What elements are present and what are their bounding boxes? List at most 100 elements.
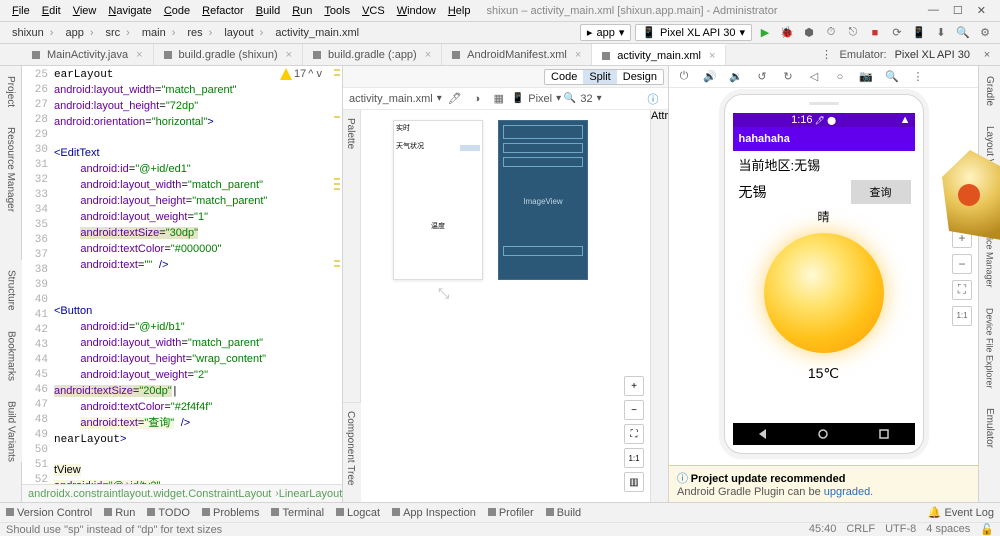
tab-mainactivity-java[interactable]: MainActivity.java×: [22, 44, 154, 65]
crumb-shixun[interactable]: shixun: [6, 26, 59, 40]
menu-file[interactable]: File: [6, 3, 36, 19]
emu-home-icon[interactable]: ○: [831, 68, 849, 86]
event-log-button[interactable]: 🔔 Event Log: [928, 506, 994, 519]
emu-zoom-fit[interactable]: ⛶: [952, 280, 972, 300]
editor-breadcrumbs[interactable]: androidx.constraintlayout.widget.Constra…: [22, 484, 342, 502]
crumb-main[interactable]: main: [136, 26, 182, 40]
tool-run[interactable]: Run: [104, 507, 135, 519]
minimize-icon[interactable]: —: [928, 4, 939, 17]
menu-navigate[interactable]: Navigate: [102, 3, 157, 19]
tool-profiler[interactable]: Profiler: [488, 507, 534, 519]
emu-volup-icon[interactable]: 🔊: [701, 68, 719, 86]
indent-setting[interactable]: 4 spaces: [926, 523, 970, 536]
error-stripe[interactable]: [332, 66, 342, 502]
run-config-dropdown[interactable]: ▸ app ▾: [580, 24, 631, 41]
readonly-icon[interactable]: 🔓: [980, 523, 994, 536]
tool-problems[interactable]: Problems: [202, 507, 259, 519]
avd-button[interactable]: 📱: [910, 24, 928, 42]
search-icon[interactable]: 🔍: [954, 24, 972, 42]
tool-app-inspection[interactable]: App Inspection: [392, 507, 476, 519]
file-encoding[interactable]: UTF-8: [885, 523, 916, 536]
query-button[interactable]: 查询: [851, 180, 911, 204]
code-editor[interactable]: 2526272829303132333435363738394041424344…: [22, 66, 342, 502]
emu-screenshot-icon[interactable]: 📷: [857, 68, 875, 86]
emu-more-icon[interactable]: ⋮: [909, 68, 927, 86]
tool-gradle[interactable]: Gradle: [984, 76, 995, 106]
emu-zoom-out[interactable]: −: [952, 254, 972, 274]
upgrade-link[interactable]: upgraded: [824, 486, 871, 498]
menu-tools[interactable]: Tools: [318, 3, 356, 19]
emulator-device-tab[interactable]: Pixel XL API 30: [891, 47, 974, 63]
tool-logcat[interactable]: Logcat: [336, 507, 380, 519]
sync-button[interactable]: ⟳: [888, 24, 906, 42]
close-icon[interactable]: ×: [425, 49, 431, 61]
nav-recent-icon[interactable]: [879, 429, 889, 439]
menu-run[interactable]: Run: [286, 3, 318, 19]
sdk-button[interactable]: ⬇: [932, 24, 950, 42]
nav-home-icon[interactable]: [818, 429, 828, 439]
tab-build-gradle-app-[interactable]: build.gradle (:app)×: [303, 44, 442, 65]
emu-rotate-right-icon[interactable]: ↻: [779, 68, 797, 86]
attributes-strip[interactable]: Attributes: [650, 110, 668, 502]
crumb-app[interactable]: app: [59, 26, 99, 40]
tool-terminal[interactable]: Terminal: [271, 507, 324, 519]
menu-build[interactable]: Build: [250, 3, 286, 19]
design-preview[interactable]: 实时 天气状况 温度: [393, 120, 483, 280]
emulator-close-icon[interactable]: ×: [978, 46, 996, 64]
menu-help[interactable]: Help: [442, 3, 477, 19]
code-area[interactable]: earLayout android:layout_width="match_pa…: [54, 66, 332, 502]
emu-back-button-icon[interactable]: ◁: [805, 68, 823, 86]
menu-edit[interactable]: Edit: [36, 3, 67, 19]
mode-design[interactable]: Design: [617, 70, 663, 84]
emu-voldown-icon[interactable]: 🔉: [727, 68, 745, 86]
debug-button[interactable]: 🐞: [778, 24, 796, 42]
pan-button[interactable]: ▥: [624, 472, 644, 492]
crumb-layout[interactable]: layout: [218, 26, 269, 40]
zoom-in-button[interactable]: +: [624, 376, 644, 396]
close-icon[interactable]: ×: [575, 49, 581, 61]
tab-build-gradle-shixun-[interactable]: build.gradle (shixun)×: [154, 44, 304, 65]
theme-icon[interactable]: ◑: [468, 90, 486, 108]
tabs-menu-icon[interactable]: ⋮: [818, 46, 836, 64]
run-button[interactable]: ▶: [756, 24, 774, 42]
caret-position[interactable]: 45:40: [809, 523, 837, 536]
menu-vcs[interactable]: VCS: [356, 3, 391, 19]
tab-androidmanifest-xml[interactable]: AndroidManifest.xml×: [442, 44, 592, 65]
menu-window[interactable]: Window: [391, 3, 442, 19]
coverage-button[interactable]: ⬢: [800, 24, 818, 42]
inspection-badge[interactable]: 17 ^ v: [280, 68, 322, 80]
design-canvas[interactable]: Palette Component Tree Attributes 实时 天气状…: [343, 110, 668, 502]
zoom-out-button[interactable]: −: [624, 400, 644, 420]
close-icon[interactable]: ✕: [977, 4, 986, 17]
tool-resource-manager[interactable]: Resource Manager: [5, 127, 16, 212]
close-icon[interactable]: ×: [136, 49, 142, 61]
tool-emulator[interactable]: Emulator: [984, 408, 995, 448]
close-icon[interactable]: ×: [286, 49, 292, 61]
close-icon[interactable]: ×: [709, 50, 715, 62]
design-device[interactable]: Pixel: [528, 93, 552, 105]
crumb-res[interactable]: res: [181, 26, 218, 40]
view-mode-segment[interactable]: Code Split Design: [544, 69, 664, 85]
tool-build[interactable]: Build: [546, 507, 581, 519]
emu-power-icon[interactable]: ⏻: [675, 68, 693, 86]
profile-button[interactable]: ⏱: [822, 24, 840, 42]
line-separator[interactable]: CRLF: [846, 523, 875, 536]
tool-version-control[interactable]: Version Control: [6, 507, 92, 519]
menu-view[interactable]: View: [67, 3, 103, 19]
mode-code[interactable]: Code: [545, 70, 583, 84]
menu-code[interactable]: Code: [158, 3, 196, 19]
tab-activity_main-xml[interactable]: activity_main.xml×: [592, 44, 726, 65]
design-info-icon[interactable]: ⓘ: [644, 90, 662, 108]
device-dropdown[interactable]: 📱 Pixel XL API 30 ▾: [635, 24, 752, 41]
tool-bookmarks[interactable]: Bookmarks: [6, 331, 17, 381]
emu-zoom-11[interactable]: 1:1: [952, 306, 972, 326]
component-tree-strip[interactable]: Component Tree: [343, 402, 361, 502]
tool-build-variants[interactable]: Build Variants: [6, 401, 17, 462]
zoom-11-button[interactable]: 1:1: [624, 448, 644, 468]
city-input[interactable]: 无锡: [737, 180, 851, 204]
attach-button[interactable]: ⎋: [844, 24, 862, 42]
design-file-label[interactable]: activity_main.xml: [349, 93, 433, 105]
tool-structure[interactable]: Structure: [6, 270, 17, 311]
design-zoom[interactable]: 32: [580, 93, 592, 105]
crumb-src[interactable]: src: [100, 26, 136, 40]
